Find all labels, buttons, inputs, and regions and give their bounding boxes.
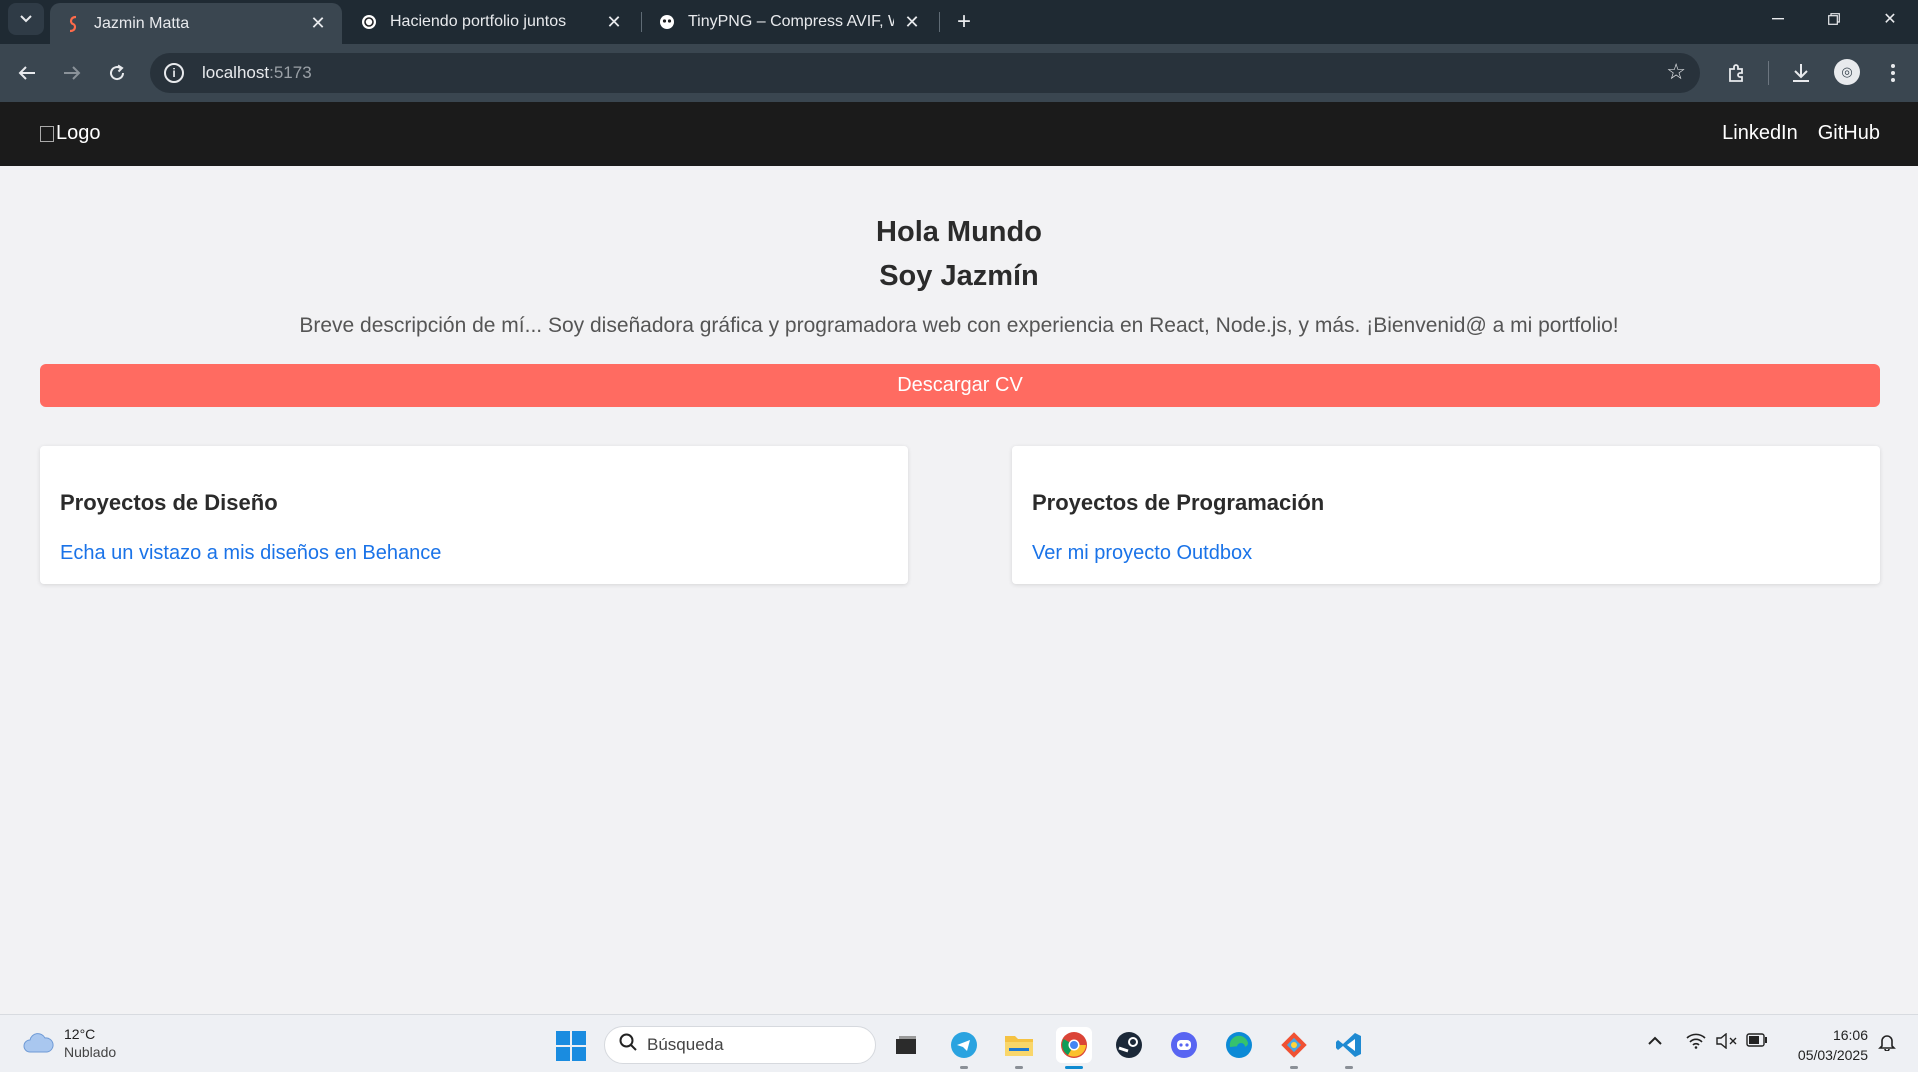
github-link[interactable]: GitHub (1818, 122, 1880, 145)
site-navbar: Logo LinkedIn GitHub (0, 102, 1918, 166)
download-icon[interactable] (1784, 56, 1818, 90)
tray-chevron-up-icon[interactable] (1648, 1033, 1662, 1051)
system-clock[interactable]: 16:06 05/03/2025 (1788, 1025, 1868, 1065)
taskbar-search-input[interactable]: Búsqueda (604, 1026, 876, 1064)
back-arrow-icon[interactable] (10, 56, 44, 90)
browser-tab-haciendo-portfolio[interactable]: Haciendo portfolio juntos ✕ (346, 3, 638, 41)
hero-section: Hola Mundo Soy Jazmín Breve descripción … (0, 210, 1918, 338)
chatgpt-icon (360, 13, 378, 31)
wifi-icon[interactable] (1686, 1033, 1706, 1054)
logo-image[interactable]: Logo (40, 122, 101, 145)
discord-icon[interactable] (1166, 1027, 1202, 1063)
chrome-icon[interactable] (1056, 1027, 1092, 1069)
download-cv-button[interactable]: Descargar CV (40, 364, 1880, 407)
s-logo-icon (64, 15, 82, 33)
site-info-icon[interactable]: i (164, 63, 184, 83)
profile-avatar-icon[interactable]: ◎ (1834, 59, 1860, 85)
programming-projects-card: Proyectos de Programación Ver mi proyect… (1012, 446, 1880, 584)
file-explorer-icon[interactable] (1001, 1027, 1037, 1069)
outdbox-link[interactable]: Ver mi proyecto Outdbox (1032, 542, 1860, 565)
logo-alt-text: Logo (56, 122, 101, 144)
browser-tab-bar: Jazmin Matta ✕ Haciendo portfolio juntos… (0, 0, 1918, 44)
design-projects-card: Proyectos de Diseño Echa un vistazo a mi… (40, 446, 908, 584)
hero-title-line-2: Soy Jazmín (879, 260, 1039, 292)
browser-tab-tinypng[interactable]: TinyPNG – Compress AVIF, Web ✕ (644, 3, 936, 41)
nav-links: LinkedIn GitHub (1722, 122, 1880, 145)
task-view-icon[interactable] (888, 1027, 924, 1063)
tab-title: Haciendo portfolio juntos (390, 13, 567, 30)
weather-condition: Nublado (64, 1044, 117, 1060)
vscode-icon[interactable] (1331, 1027, 1367, 1069)
extensions-puzzle-icon[interactable] (1720, 56, 1754, 90)
close-tab-icon[interactable]: ✕ (902, 12, 922, 33)
tab-title: TinyPNG – Compress AVIF, Web (688, 13, 894, 30)
battery-icon[interactable] (1746, 1033, 1768, 1052)
weather-widget[interactable]: 12°C Nublado (22, 1025, 116, 1061)
browser-toolbar: i localhost:5173 ☆ ◎ (0, 44, 1918, 102)
telegram-icon[interactable] (946, 1027, 982, 1069)
clock-date: 05/03/2025 (1797, 1047, 1868, 1063)
url-text: localhost:5173 (202, 63, 312, 82)
tab-title: Jazmin Matta (94, 14, 190, 32)
reload-icon[interactable] (100, 56, 134, 90)
browser-tab-jazmin-matta[interactable]: Jazmin Matta ✕ (50, 3, 342, 44)
forward-arrow-icon[interactable] (55, 56, 89, 90)
bookmark-star-icon[interactable]: ☆ (1666, 59, 1686, 85)
search-icon (619, 1033, 637, 1057)
menu-kebab-icon[interactable] (1876, 56, 1910, 90)
card-title: Proyectos de Diseño (60, 490, 278, 515)
close-tab-icon[interactable]: ✕ (308, 13, 328, 34)
hero-description: Breve descripción de mí... Soy diseñador… (299, 314, 1619, 337)
edge-icon[interactable] (1221, 1027, 1257, 1063)
linkedin-link[interactable]: LinkedIn (1722, 122, 1798, 145)
card-title: Proyectos de Programación (1032, 490, 1325, 515)
chevron-down-icon (20, 15, 32, 23)
restore-icon[interactable] (1806, 0, 1862, 38)
volume-muted-icon[interactable] (1716, 1032, 1738, 1054)
hero-title-line-1: Hola Mundo (876, 216, 1042, 248)
steam-icon[interactable] (1111, 1027, 1147, 1063)
toolbar-separator (1768, 61, 1769, 85)
git-app-icon[interactable] (1276, 1027, 1312, 1069)
minimize-icon[interactable] (1750, 0, 1806, 38)
panda-icon (658, 13, 676, 31)
notification-bell-icon[interactable] (1878, 1033, 1896, 1056)
broken-image-icon (40, 125, 54, 142)
cloud-icon (23, 1033, 54, 1053)
behance-link[interactable]: Echa un vistazo a mis diseños en Behance (60, 542, 888, 565)
clock-time: 16:06 (1832, 1027, 1868, 1043)
tab-search-button[interactable] (8, 3, 44, 35)
close-tab-icon[interactable]: ✕ (604, 12, 624, 33)
address-bar[interactable]: i localhost:5173 ☆ (150, 53, 1700, 93)
weather-temperature: 12°C (64, 1026, 96, 1042)
close-window-icon[interactable]: ✕ (1862, 0, 1918, 38)
search-placeholder: Búsqueda (647, 1035, 724, 1054)
windows-taskbar: 12°C Nublado Búsqueda 16:06 05/03/2025 (0, 1014, 1918, 1072)
tab-separator (939, 12, 940, 32)
new-tab-button[interactable]: + (948, 6, 980, 38)
tab-separator (641, 12, 642, 32)
windows-start-icon[interactable] (556, 1031, 586, 1061)
